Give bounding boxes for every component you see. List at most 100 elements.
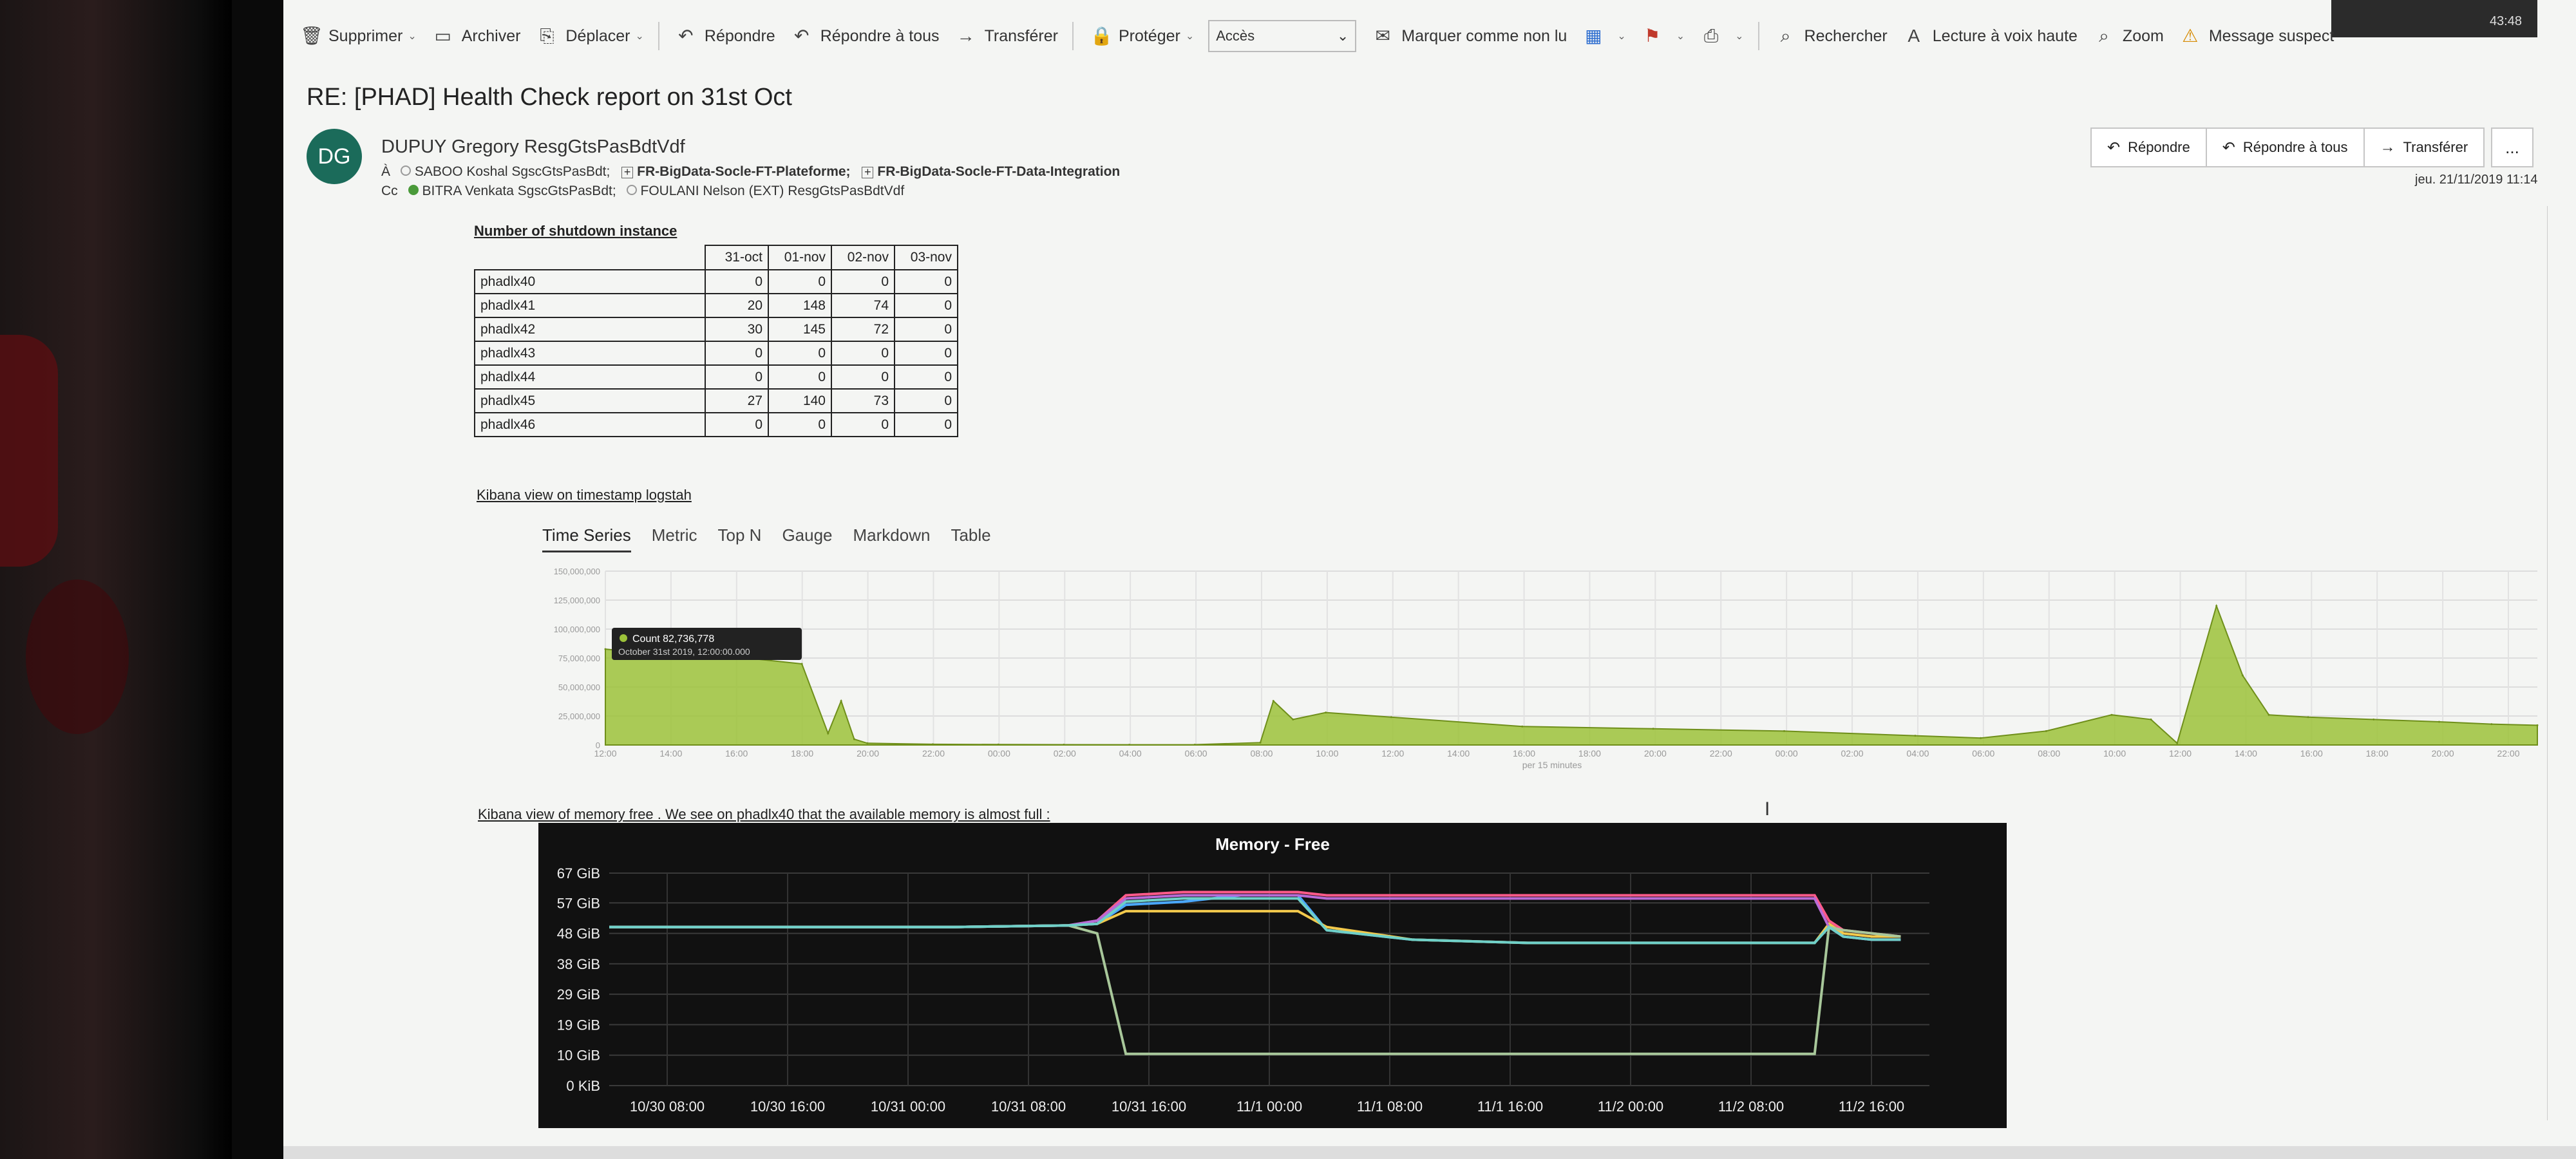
instance-name: phadlx46 xyxy=(474,412,706,437)
series-line xyxy=(609,924,1901,1055)
tab-time-series[interactable]: Time Series xyxy=(542,525,631,552)
presence-icon xyxy=(626,185,637,195)
move-button[interactable]: ⎘ Déplacer ⌄ xyxy=(537,26,644,46)
shutdown-heading: Number of shutdown instance xyxy=(474,223,677,239)
series-area xyxy=(605,603,2538,746)
categorize-button[interactable]: ▦ ⌄ xyxy=(1584,26,1626,46)
forward-button[interactable]: → Transférer xyxy=(956,26,1058,46)
sender-name[interactable]: DUPUY Gregory ResgGtsPasBdtVdf xyxy=(381,137,685,158)
search-label: Rechercher xyxy=(1804,26,1888,45)
tab-markdown[interactable]: Markdown xyxy=(853,525,931,552)
recipient-group[interactable]: FR-BigData-Socle-FT-Plateforme; xyxy=(637,164,850,179)
data-point xyxy=(1914,735,1917,737)
data-point xyxy=(1783,730,1786,732)
y-tick-label: 38 GiB xyxy=(557,956,600,972)
x-tick-label: 18:00 xyxy=(1578,748,1601,759)
speaker-icon: A xyxy=(1908,26,1920,46)
reply-all-button[interactable]: ↶ Répondre à tous xyxy=(2207,129,2365,166)
x-tick-label: 11/2 08:00 xyxy=(1718,1098,1784,1115)
table-row: phadlx41 20 148 74 0 xyxy=(474,293,958,318)
rules-button[interactable]: ⎙ ⌄ xyxy=(1701,26,1744,46)
mark-unread-button[interactable]: ✉ Marquer comme non lu xyxy=(1373,26,1567,46)
tab-gauge[interactable]: Gauge xyxy=(782,525,832,552)
time-series-chart: 025,000,00050,000,00075,000,000100,000,0… xyxy=(554,567,2539,770)
table-cell: 0 xyxy=(705,269,769,294)
table-cell: 0 xyxy=(894,269,958,294)
reply-button[interactable]: ↶ Répondre xyxy=(676,26,775,46)
x-tick-label: 00:00 xyxy=(988,748,1010,759)
table-cell: 0 xyxy=(768,269,832,294)
y-tick-label: 150,000,000 xyxy=(554,567,600,576)
x-tick-label: 22:00 xyxy=(922,748,945,759)
recipient[interactable]: BITRA Venkata SgscGtsPasBdt; xyxy=(422,184,616,198)
table-cell: 0 xyxy=(831,341,895,366)
category-grid-icon: ▦ xyxy=(1585,26,1602,46)
instance-name: phadlx40 xyxy=(474,269,706,294)
x-tick-label: 22:00 xyxy=(1710,748,1732,759)
y-tick-label: 25,000,000 xyxy=(558,711,600,721)
reply-label: Répondre xyxy=(2128,139,2190,155)
instance-name: phadlx42 xyxy=(474,317,706,342)
column-header: 03-nov xyxy=(894,245,958,270)
y-tick-label: 100,000,000 xyxy=(554,625,600,634)
x-tick-label: 10:00 xyxy=(1316,748,1338,759)
kibana-tabs: Time Series Metric Top N Gauge Markdown Table xyxy=(542,525,1012,552)
x-tick-label: 08:00 xyxy=(2038,748,2060,759)
archive-button[interactable]: ▭ Archiver xyxy=(433,26,521,46)
forward-label: Transférer xyxy=(2403,139,2468,155)
access-value: Accès xyxy=(1216,28,1255,44)
data-point xyxy=(2307,716,2309,719)
recipient[interactable]: FOULANI Nelson (EXT) ResgGtsPasBdtVdf xyxy=(641,184,905,198)
data-point xyxy=(1259,741,1262,744)
tab-top-n[interactable]: Top N xyxy=(718,525,762,552)
x-tick-label: 16:00 xyxy=(2300,748,2323,759)
chart-title: Memory - Free xyxy=(1215,834,1330,854)
data-point xyxy=(2438,721,2440,723)
y-tick-label: 10 GiB xyxy=(557,1048,600,1064)
instance-name: phadlx43 xyxy=(474,341,706,366)
recipient[interactable]: SABOO Koshal SgscGtsPasBdt; xyxy=(415,164,610,179)
forward-button[interactable]: → Transférer xyxy=(2365,129,2484,166)
reply-button[interactable]: ↶ Répondre xyxy=(2092,129,2207,166)
data-point xyxy=(1325,711,1327,714)
avatar[interactable]: DG xyxy=(307,129,362,184)
chevron-down-icon: ⌄ xyxy=(1617,31,1626,42)
delete-button[interactable]: 🗑 Supprimer ⌄ xyxy=(300,26,417,46)
recipient-group[interactable]: FR-BigData-Socle-FT-Data-Integration xyxy=(877,164,1120,179)
flag-button[interactable]: ⚑ ⌄ xyxy=(1643,26,1685,46)
email-subject: RE: [PHAD] Health Check report on 31st O… xyxy=(307,84,792,111)
data-point xyxy=(1652,728,1654,730)
protect-button[interactable]: 🔒 Protéger ⌄ xyxy=(1090,26,1194,46)
y-tick-label: 0 KiB xyxy=(566,1078,600,1094)
search-button[interactable]: ⌕ Rechercher xyxy=(1776,26,1888,46)
y-tick-label: 125,000,000 xyxy=(554,596,600,605)
table-cell: 0 xyxy=(831,269,895,294)
data-point xyxy=(2372,718,2375,721)
data-point xyxy=(1063,743,1065,746)
report-suspicious-button[interactable]: ⚠ Message suspect xyxy=(2181,26,2334,46)
read-aloud-button[interactable]: A Lecture à voix haute xyxy=(1904,26,2078,46)
data-point xyxy=(2110,713,2113,716)
mark-unread-label: Marquer comme non lu xyxy=(1401,26,1567,45)
archive-icon: ▭ xyxy=(434,26,451,46)
more-actions-button[interactable]: ... xyxy=(2491,127,2533,167)
tab-table[interactable]: Table xyxy=(951,525,990,552)
delete-label: Supprimer xyxy=(328,26,403,45)
reply-all-label: Répondre à tous xyxy=(820,26,940,45)
data-point xyxy=(2241,674,2244,677)
table-cell: 30 xyxy=(705,317,769,342)
column-header: 02-nov xyxy=(831,245,895,270)
chevron-down-icon[interactable]: ⌄ xyxy=(408,30,416,42)
expand-group-icon[interactable]: + xyxy=(862,166,874,178)
table-cell: 74 xyxy=(831,293,895,318)
chevron-down-icon: ⌄ xyxy=(635,31,644,42)
reply-all-button[interactable]: ↶ Répondre à tous xyxy=(792,26,940,46)
to-label: À xyxy=(381,164,391,179)
expand-group-icon[interactable]: + xyxy=(621,166,634,178)
tab-metric[interactable]: Metric xyxy=(652,525,697,552)
access-select[interactable]: Accès ⌄ xyxy=(1208,20,1357,52)
x-tick-label: 11/1 00:00 xyxy=(1236,1098,1302,1115)
move-label: Déplacer xyxy=(565,26,630,45)
zoom-button[interactable]: ⌕ Zoom xyxy=(2094,26,2164,46)
x-tick-label: 11/1 16:00 xyxy=(1477,1098,1543,1115)
